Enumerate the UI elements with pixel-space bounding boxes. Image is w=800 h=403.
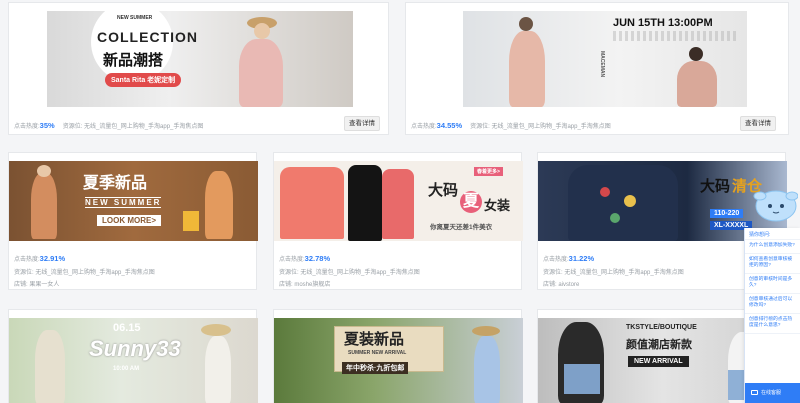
creative-gallery-page: NEW SUMMER COLLECTION 新品潮搭 Santa Rita 老妮… — [0, 0, 800, 403]
banner-title-cn: 新品潮搭 — [103, 52, 164, 69]
help-panel: 猜你想问: 为什么创意添加失败? 如何查看创意审核被拒的原因? 创意的审核时间是… — [744, 228, 800, 403]
banner-title: Sunny33 — [89, 336, 181, 361]
help-question[interactable]: 创意审核通过后可以修改吗? — [745, 294, 800, 314]
shop-text: 店铺: 果果一女人 — [14, 282, 60, 288]
creative-card-1: NEW SUMMER COLLECTION 新品潮搭 Santa Rita 老妮… — [8, 2, 389, 135]
source-text: 资源位: 无线_流量包_网上购物_手淘app_手淘焦点图 — [62, 124, 204, 130]
chat-icon — [751, 390, 758, 396]
banner-vertical-text: MACEMAN — [599, 51, 605, 78]
banner-title: 颜值潮店新款 — [626, 339, 692, 351]
banner-title: 夏季新品 — [83, 175, 148, 192]
banner-badge: 夏 — [460, 191, 482, 213]
help-title: 猜你想问: — [745, 228, 800, 240]
card-meta-2: 点击热度:34.55% 资源位: 无线_流量包_网上购物_手淘app_手淘焦点图 — [411, 121, 611, 130]
heat-value: 31.22% — [568, 254, 595, 263]
online-support-button[interactable]: 在线客服 — [745, 383, 800, 403]
shop-text: 店铺: aivstore — [543, 282, 580, 288]
banner-title: 大码 — [428, 182, 459, 199]
card-meta-4: 点击热度:32.78% — [279, 254, 331, 263]
source-text: 资源位: 无线_流量包_网上购物_手淘app_手淘焦点图 — [14, 270, 155, 276]
banner-subtitle: SUMMER NEW ARRIVAL — [348, 350, 407, 356]
creative-banner-3[interactable]: 夏季新品 NEW SUMMER LOOK MORE> — [9, 161, 258, 241]
banner-brand: TKSTYLE/BOUTIQUE — [626, 324, 697, 331]
card-meta-3: 点击热度:32.91% — [14, 254, 66, 263]
creative-banner-4[interactable]: 春着更多> 大码 夏 女装 你离夏天还差1件美衣 — [274, 161, 523, 241]
creative-banner-7[interactable]: 夏装新品 SUMMER NEW ARRIVAL 年中秒杀·九折包邮 — [274, 318, 523, 403]
creative-card-2: JUN 15TH 13:00PM MACEMAN 点击热度:34.55% 资源位:… — [405, 2, 789, 135]
banner-date: 06.15 — [113, 322, 141, 334]
creative-card-3: 夏季新品 NEW SUMMER LOOK MORE> 点击热度:32.91% 资… — [8, 152, 258, 290]
banner-promo: 年中秒杀·九折包邮 — [342, 362, 409, 374]
source-text: 资源位: 无线_流量包_网上购物_手淘app_手淘焦点图 — [470, 124, 611, 130]
banner-cta: NEW ARRIVAL — [628, 356, 689, 367]
banner-tag: Santa Rita 老妮定制 — [105, 73, 182, 87]
heat-value: 34.55% — [436, 121, 463, 130]
banner-time: 10:00 AM — [113, 366, 140, 372]
creative-card-7: 夏装新品 SUMMER NEW ARRIVAL 年中秒杀·九折包邮 — [273, 309, 523, 403]
help-question[interactable]: 创意排行榜的点击热度是什么意思? — [745, 314, 800, 334]
help-question[interactable]: 创意的审核时间是多久? — [745, 274, 800, 294]
banner-subtitle: NEW SUMMER — [85, 197, 162, 208]
banner-title: 夏装新品 — [344, 331, 405, 348]
creative-card-4: 春着更多> 大码 夏 女装 你离夏天还差1件美衣 点击热度:32.78% 资源位… — [273, 152, 523, 290]
shop-text: 店铺: moshe旗舰店 — [279, 282, 331, 288]
heat-value: 32.78% — [304, 254, 331, 263]
help-question[interactable]: 如何查看创意审核被拒的原因? — [745, 254, 800, 274]
banner-tag: 春着更多> — [474, 167, 503, 176]
view-details-button[interactable]: 查看详情 — [344, 116, 380, 131]
banner-title: JUN 15TH 13:00PM — [613, 17, 713, 29]
banner-title-2: 女装 — [484, 198, 511, 213]
creative-card-6: 06.15 Sunny33 10:00 AM — [8, 309, 258, 403]
online-support-label: 在线客服 — [761, 390, 782, 396]
creative-banner-6[interactable]: 06.15 Sunny33 10:00 AM — [9, 318, 258, 403]
heat-value: 32.91% — [39, 254, 66, 263]
source-text: 资源位: 无线_流量包_网上购物_手淘app_手淘焦点图 — [543, 270, 684, 276]
banner-subtitle: 你离夏天还差1件美衣 — [430, 224, 493, 231]
card-meta-1: 点击热度:35% 资源位: 无线_流量包_网上购物_手淘app_手淘焦点图 — [14, 121, 204, 130]
help-mascot-icon[interactable] — [752, 184, 798, 224]
creative-banner-1[interactable]: NEW SUMMER COLLECTION 新品潮搭 Santa Rita 老妮… — [47, 11, 353, 107]
source-text: 资源位: 无线_流量包_网上购物_手淘app_手淘焦点图 — [279, 270, 420, 276]
creative-banner-2[interactable]: JUN 15TH 13:00PM MACEMAN — [463, 11, 747, 107]
banner-size-range: 110-220 — [710, 209, 744, 218]
banner-title: 大码 — [700, 178, 731, 195]
banner-cta: LOOK MORE> — [97, 215, 162, 226]
banner-title: COLLECTION — [97, 29, 198, 45]
view-details-button[interactable]: 查看详情 — [740, 116, 776, 131]
help-question[interactable]: 为什么创意添加失败? — [745, 240, 800, 254]
banner-subtitle: NEW SUMMER — [117, 15, 153, 21]
heat-value: 35% — [39, 121, 55, 130]
card-meta-5: 点击热度:31.22% — [543, 254, 595, 263]
